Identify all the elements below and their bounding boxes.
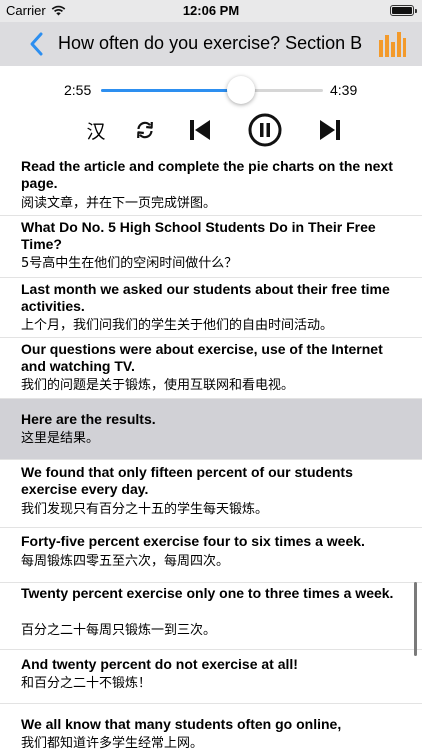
sentence-english: We all know that many students often go … [21,716,342,732]
scroll-indicator[interactable] [414,582,417,656]
sentence-english: What Do No. 5 High School Students Do in… [21,219,376,252]
status-time: 12:06 PM [182,3,240,18]
previous-icon [190,120,210,140]
sentence-english: Our questions were about exercise, use o… [21,341,383,374]
sentence-english: Last month we asked our students about t… [21,281,390,314]
sentence-chinese: 和百分之二十不锻炼！ [21,676,152,691]
nav-bar: How often do you exercise? Section B [0,22,422,66]
page-title: How often do you exercise? Section B [58,33,363,53]
sentence-row[interactable]: And twenty percent do not exercise at al… [0,650,422,704]
progress-thumb[interactable] [226,76,255,104]
translate-toggle[interactable]: 汉 [82,114,110,146]
previous-button[interactable] [186,114,214,146]
pause-icon [248,113,282,147]
sentence-row[interactable]: What Do No. 5 High School Students Do in… [0,216,422,278]
bar-chart-icon [379,32,406,57]
sentence-chinese: 我们都知道许多学生经常上网。 [21,736,204,750]
sentence-english: Here are the results. [21,411,156,427]
sentence-english: Twenty percent exercise only one to thre… [21,585,394,601]
pause-button[interactable] [248,113,282,147]
sentence-chinese: 阅读文章，并在下一页完成饼图。 [21,196,217,211]
sentence-chinese: 我们的问题是关于锻炼，使用互联网和看电视。 [21,378,295,393]
repeat-icon [137,121,153,139]
audio-player: 2:55 4:39 汉 [0,66,422,158]
sentence-list[interactable]: Read the article and complete the pie ch… [0,158,422,750]
sentence-english: And twenty percent do not exercise at al… [21,656,298,672]
progress-slider[interactable] [101,89,323,92]
status-bar: Carrier 12:06 PM [0,0,422,22]
back-button[interactable] [26,31,48,57]
sentence-row[interactable]: Forty-five percent exercise four to six … [0,528,422,583]
sentence-row[interactable]: We all know that many students often go … [0,704,422,750]
repeat-button[interactable] [131,114,159,146]
next-icon [320,120,340,140]
sentence-english: We found that only fifteen percent of ou… [21,464,353,497]
sentence-english: Forty-five percent exercise four to six … [21,533,365,549]
sentence-row[interactable]: Our questions were about exercise, use o… [0,338,422,399]
sentence-english: Read the article and complete the pie ch… [21,158,393,191]
sentence-row[interactable]: Read the article and complete the pie ch… [0,158,422,216]
sentence-chinese: 这里是结果。 [21,431,100,446]
sentence-chinese: 百分之二十每周只锻炼一到三次。 [21,623,217,638]
sentence-chinese: 上个月，我们问我们的学生关于他们的自由时间活动。 [21,318,334,333]
progress-fill [101,89,241,92]
sentence-row-selected[interactable]: Here are the results. 这里是结果。 [0,399,422,460]
sentence-row[interactable]: Last month we asked our students about t… [0,278,422,338]
sentence-chinese: 我们发现只有百分之十五的学生每天锻炼。 [21,502,269,517]
sentence-chinese: 每周锻炼四零五至六次，每周四次。 [21,554,230,569]
sentence-row[interactable]: Twenty percent exercise only one to thre… [0,583,422,650]
chart-button[interactable] [378,30,406,58]
sentence-row[interactable]: We found that only fifteen percent of ou… [0,460,422,528]
sentence-chinese: 5号高中生在他们的空闲时间做什么？ [21,256,238,271]
next-button[interactable] [316,114,344,146]
total-time: 4:39 [330,82,358,98]
battery-icon [390,5,417,16]
chevron-left-icon [30,32,43,56]
current-time: 2:55 [64,82,92,98]
